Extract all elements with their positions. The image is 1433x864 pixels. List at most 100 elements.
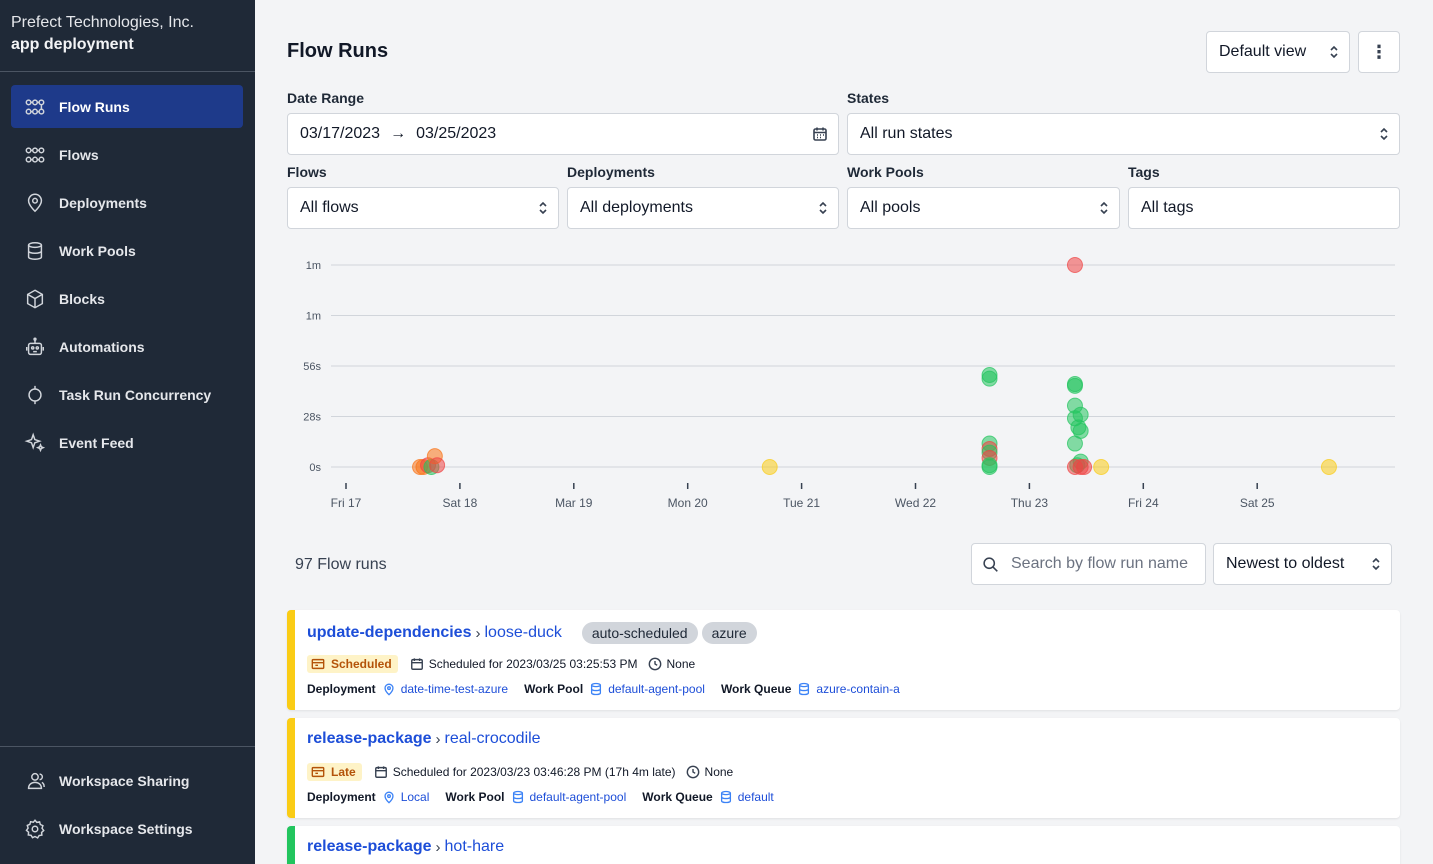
work-pool-label: Work Pool [445, 790, 505, 804]
calendar-icon [410, 658, 423, 670]
sidebar-footer: Workspace Sharing Workspace Settings [0, 746, 255, 855]
calendar-icon [374, 766, 387, 778]
duration: None [704, 765, 734, 779]
page-title: Flow Runs [287, 40, 389, 62]
sort-select[interactable]: Newest to oldest [1213, 543, 1392, 585]
flow-run-card[interactable]: update-dependencies › loose-duck auto-sc… [287, 610, 1400, 710]
tag-list: auto-scheduled azure [578, 622, 757, 644]
deployment-name: Local [400, 790, 430, 804]
x-tick-label: Fri 24 [1128, 496, 1159, 510]
flow-run-card[interactable]: release-package › hot-hare [287, 826, 1400, 864]
calendar-clock-icon [311, 766, 325, 778]
flow-name-link[interactable]: release-package [307, 838, 432, 856]
concurrency-icon [24, 384, 46, 406]
date-end: 03/25/2023 [416, 125, 497, 142]
sidebar-item-workspace-sharing[interactable]: Workspace Sharing [11, 759, 244, 802]
search-input[interactable]: Search by flow run name [971, 543, 1206, 585]
deployment-link[interactable]: date-time-test-azure [382, 682, 508, 696]
work-pools-label: Work Pools [847, 164, 924, 180]
flows-select[interactable]: All flows [287, 187, 559, 229]
sparkles-icon [24, 432, 46, 454]
data-point [429, 457, 446, 474]
x-tick-label: Tue 21 [783, 496, 820, 510]
more-menu-button[interactable]: ⋮ [1358, 31, 1400, 73]
sidebar-item-event-feed[interactable]: Event Feed [11, 421, 243, 464]
sidebar-item-work-pools[interactable]: Work Pools [11, 229, 243, 272]
sidebar-item-flow-runs[interactable]: Flow Runs [11, 85, 243, 128]
deployments-value: All deployments [580, 199, 693, 216]
sidebar-item-workspace-settings[interactable]: Workspace Settings [11, 807, 244, 850]
work-pool-name: default-agent-pool [608, 682, 705, 696]
data-point [981, 367, 998, 384]
y-tick-label: 0s [309, 462, 321, 474]
x-tick-label: Mon 20 [668, 496, 708, 510]
workspace-header[interactable]: Prefect Technologies, Inc. app deploymen… [0, 0, 255, 72]
work-pool-name: default-agent-pool [529, 790, 627, 804]
flow-run-name-link[interactable]: loose-duck [484, 624, 561, 642]
sidebar-item-label: Flows [59, 146, 99, 163]
sidebar: Prefect Technologies, Inc. app deploymen… [0, 0, 255, 864]
chevron-up-down-icon [818, 201, 828, 215]
states-value: All run states [860, 125, 953, 142]
sidebar-item-deployments[interactable]: Deployments [11, 181, 243, 224]
workspace-org: Prefect Technologies, Inc. [11, 14, 194, 31]
sidebar-item-flows[interactable]: Flows [11, 133, 243, 176]
flow-run-name-link[interactable]: real-crocodile [445, 730, 541, 748]
flow-run-title: release-package › hot-hare [307, 838, 504, 856]
calendar-icon[interactable] [812, 126, 828, 142]
work-queue-link[interactable]: azure-contain-a [797, 682, 900, 696]
cube-icon [24, 288, 46, 310]
chevron-right-icon: › [435, 838, 441, 856]
duration: None [666, 657, 696, 671]
y-tick-label: 28s [303, 412, 321, 424]
flow-name-link[interactable]: update-dependencies [307, 624, 471, 642]
work-pools-select[interactable]: All pools [847, 187, 1120, 229]
scheduled-time: Scheduled for 2023/03/25 03:25:53 PM [428, 657, 638, 671]
tags-value: All tags [1141, 199, 1194, 216]
chevron-up-down-icon [1099, 201, 1109, 215]
date-range-input[interactable]: 03/17/2023 → 03/25/2023 [287, 113, 839, 155]
flow-run-meta-row: Deployment Local Work Pool default-agent… [307, 790, 790, 804]
work-queue-link[interactable]: default [719, 790, 774, 804]
work-pool-link[interactable]: default-agent-pool [589, 682, 705, 696]
tags-input[interactable]: All tags [1128, 187, 1400, 229]
x-tick-label: Mar 19 [555, 496, 593, 510]
data-point [1076, 459, 1093, 475]
y-tick-label: 1m [306, 311, 321, 323]
flow-name-link[interactable]: release-package [307, 730, 432, 748]
tag: auto-scheduled [581, 622, 698, 644]
flows-value: All flows [300, 199, 359, 216]
database-icon [720, 790, 731, 804]
flow-run-card[interactable]: release-package › real-crocodile Late Sc… [287, 718, 1400, 818]
saved-view-select[interactable]: Default view [1206, 31, 1350, 73]
sidebar-item-blocks[interactable]: Blocks [11, 277, 243, 320]
more-vertical-icon: ⋮ [1370, 41, 1388, 62]
flow-runs-icon [24, 96, 46, 118]
flow-run-status-row: Late Scheduled for 2023/03/23 03:46:28 P… [307, 763, 733, 781]
flows-label: Flows [287, 164, 327, 180]
work-pool-link[interactable]: default-agent-pool [511, 790, 627, 804]
y-tick-label: 56s [303, 361, 321, 373]
sidebar-item-label: Workspace Settings [59, 820, 193, 837]
x-tick-label: Sat 18 [443, 496, 478, 510]
search-icon [983, 556, 998, 572]
deployment-link[interactable]: Local [382, 790, 430, 804]
database-icon [512, 790, 523, 804]
sidebar-item-label: Automations [59, 338, 145, 355]
deployments-label: Deployments [567, 164, 655, 180]
states-select[interactable]: All run states [847, 113, 1400, 155]
arrow-right-icon: → [390, 125, 407, 142]
sidebar-item-task-run-concurrency[interactable]: Task Run Concurrency [11, 373, 243, 416]
flow-run-name-link[interactable]: hot-hare [445, 838, 505, 856]
sidebar-item-label: Flow Runs [59, 98, 130, 115]
sidebar-item-automations[interactable]: Automations [11, 325, 243, 368]
flow-run-title: release-package › real-crocodile [307, 730, 541, 748]
work-queue-name: azure-contain-a [816, 682, 900, 696]
clock-icon [648, 657, 661, 671]
x-tick-label: Fri 17 [331, 496, 362, 510]
deployments-select[interactable]: All deployments [567, 187, 839, 229]
workspace-name: app deployment [11, 36, 134, 53]
data-point [1066, 377, 1083, 394]
chevron-right-icon: › [475, 624, 481, 642]
flow-run-title: update-dependencies › loose-duck auto-sc… [307, 622, 757, 644]
